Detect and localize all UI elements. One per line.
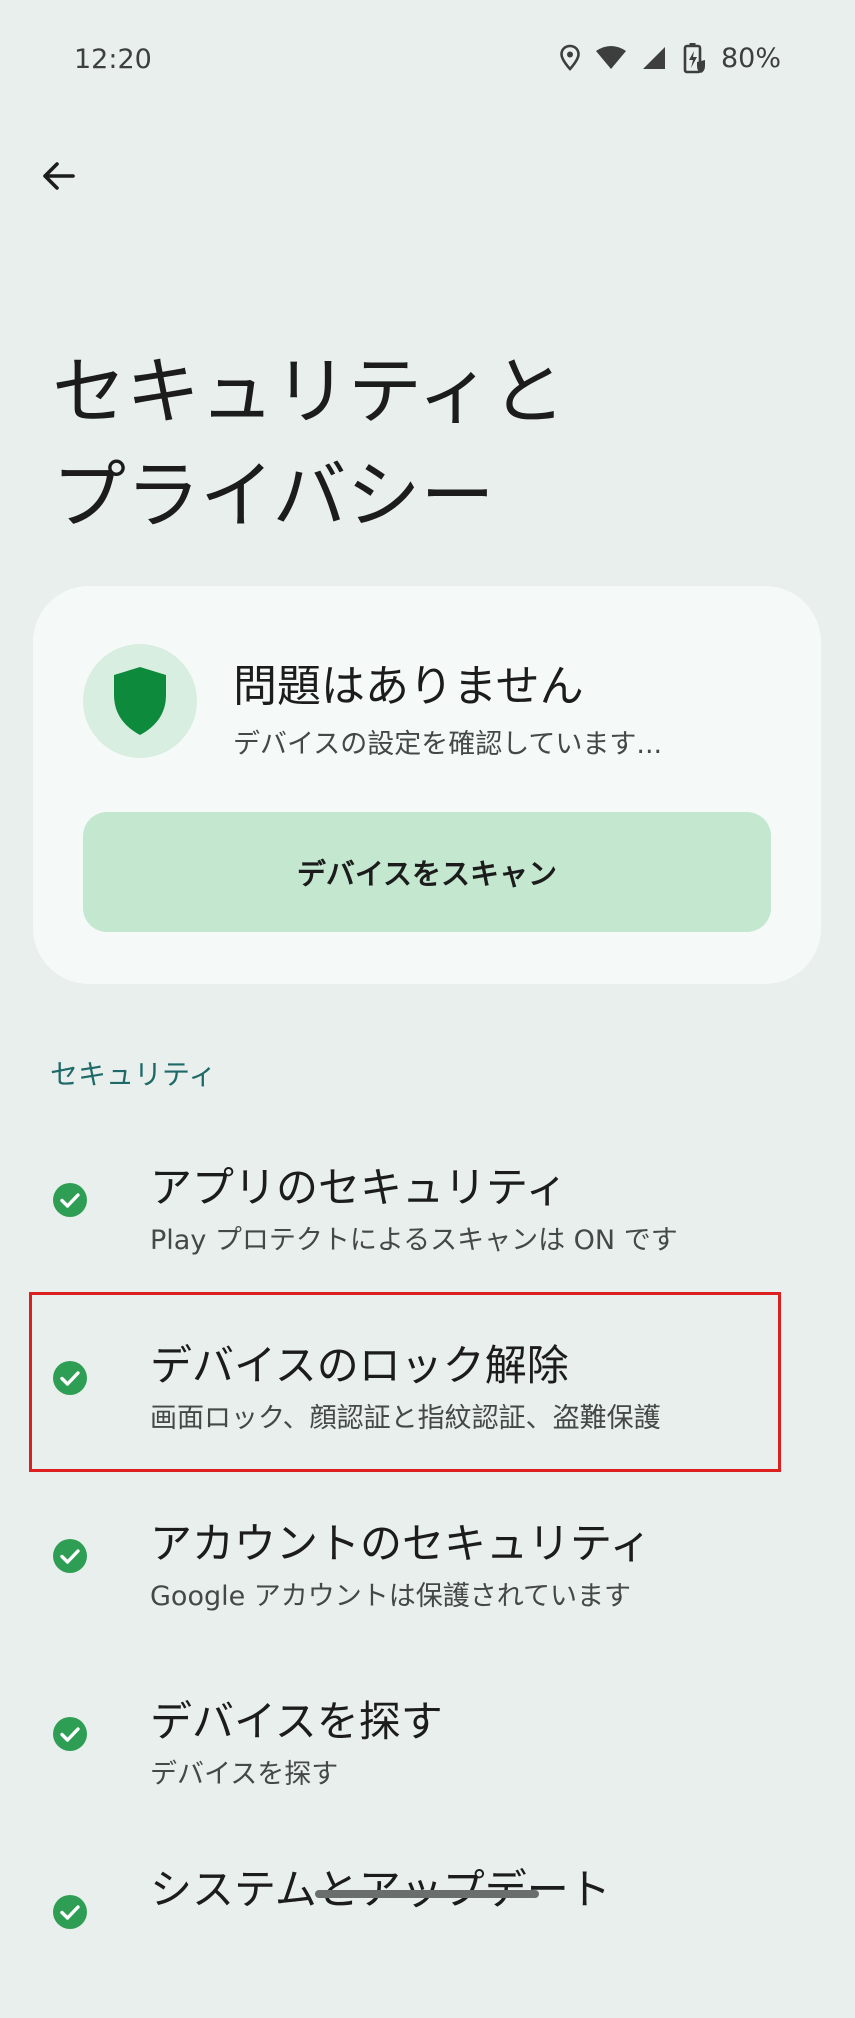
battery-percent: 80% <box>720 42 781 74</box>
check-circle-icon <box>52 1894 88 1930</box>
status-bar: 12:20 80% <box>0 0 855 120</box>
page-title-line2: プライバシー <box>52 453 495 539</box>
list-item-title: システムとアップデート <box>150 1856 611 1917</box>
list-item-system-updates[interactable]: システムとアップデート <box>0 1842 855 2018</box>
section-header-security: セキュリティ <box>50 1058 217 1091</box>
page-title-line1: セキュリティと <box>52 349 566 435</box>
shield-badge <box>83 644 197 758</box>
list-item-title: アプリのセキュリティ <box>150 1163 568 1212</box>
location-icon <box>559 44 581 72</box>
list-item-subtitle: デバイスを探す <box>150 1759 339 1790</box>
wifi-icon <box>595 45 627 71</box>
list-item-subtitle: Google アカウントは保護されています <box>150 1581 631 1612</box>
scan-device-button[interactable]: デバイスをスキャン <box>83 812 771 932</box>
list-item-find-device[interactable]: デバイスを探す デバイスを探す <box>0 1664 855 1840</box>
arrow-back-icon <box>40 158 76 194</box>
check-circle-icon <box>52 1538 88 1574</box>
battery-charging-icon <box>681 42 707 74</box>
page-title: セキュリティと プライバシー <box>52 340 812 548</box>
signal-icon <box>641 45 667 71</box>
check-circle-icon <box>52 1182 88 1218</box>
list-item-title: アカウントのセキュリティ <box>150 1519 652 1568</box>
list-item-subtitle: Play プロテクトによるスキャンは ON です <box>150 1225 678 1256</box>
highlight-annotation <box>29 1292 781 1472</box>
status-time: 12:20 <box>74 44 152 75</box>
status-subtitle: デバイスの設定を確認しています... <box>233 729 663 760</box>
check-circle-icon <box>52 1716 88 1752</box>
back-button[interactable] <box>30 148 86 204</box>
gesture-nav-handle[interactable] <box>315 1890 539 1898</box>
list-item-app-security[interactable]: アプリのセキュリティ Play プロテクトによるスキャンは ON です <box>0 1130 855 1306</box>
list-item-title: デバイスを探す <box>150 1697 443 1746</box>
status-icons: 80% <box>559 42 781 74</box>
status-title: 問題はありません <box>233 661 584 712</box>
shield-icon <box>112 665 168 737</box>
security-status-card: 問題はありません デバイスの設定を確認しています... デバイスをスキャン <box>33 586 821 984</box>
list-item-account-security[interactable]: アカウントのセキュリティ Google アカウントは保護されています <box>0 1486 855 1662</box>
